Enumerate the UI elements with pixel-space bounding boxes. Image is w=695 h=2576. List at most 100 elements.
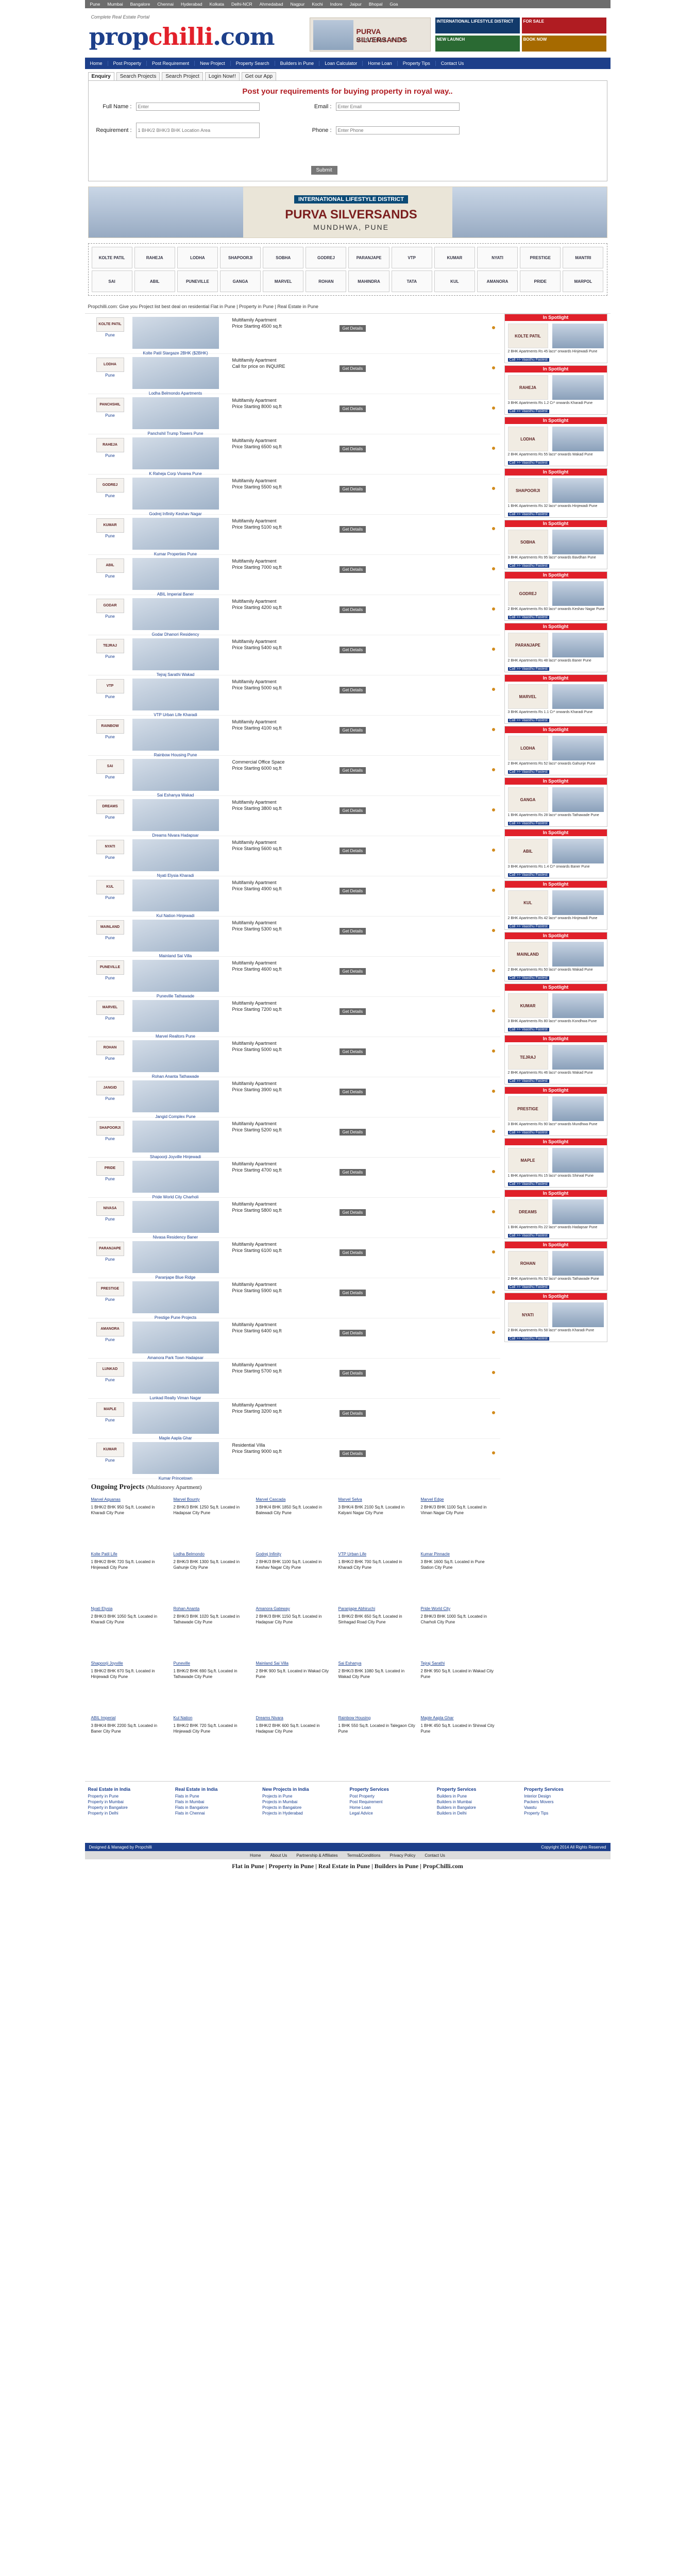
spotlight-card[interactable]: In Spotlight KUMAR 3 BHK Apartments Rs 80 … xyxy=(504,984,607,1033)
get-details-button[interactable]: Get Details xyxy=(339,1249,366,1256)
call-link[interactable]: Call >> Vaasthu Fastest xyxy=(507,822,549,825)
get-details-button[interactable]: Get Details xyxy=(339,1330,366,1336)
project-name-link[interactable]: Amanora Gateway xyxy=(256,1606,333,1612)
footer-link[interactable]: Home Loan xyxy=(349,1805,432,1810)
listing-builder[interactable]: SAI Pune xyxy=(88,759,132,779)
project-photo[interactable]: Kul Nation Hinjewadi xyxy=(132,879,219,918)
project-photo[interactable]: K Raheja Corp Vivarea Pune xyxy=(132,437,219,476)
builder-logo[interactable]: TATA xyxy=(391,270,432,292)
project-photo[interactable]: Prestige Pune Projects xyxy=(132,1281,219,1320)
builder-logo[interactable]: MAHINDRA xyxy=(348,270,389,292)
spotlight-card[interactable]: In Spotlight MAINLAND 2 BHK Apartments Rs … xyxy=(504,932,607,981)
footer-link[interactable]: Property in Mumbai xyxy=(88,1799,171,1805)
city-link[interactable]: Pune xyxy=(105,614,115,619)
builder-logo[interactable]: SOBHA xyxy=(263,247,304,268)
builder-logo[interactable]: KUMAR xyxy=(434,247,475,268)
footer-link[interactable]: Builders in Bangalore xyxy=(437,1805,520,1810)
get-details-button[interactable]: Get Details xyxy=(339,687,366,693)
get-details-button[interactable]: Get Details xyxy=(339,325,366,332)
listing-builder[interactable]: MARVEL Pune xyxy=(88,1000,132,1021)
call-link[interactable]: Call >> Vaasthu Fastest xyxy=(507,770,549,774)
get-details-button[interactable]: Get Details xyxy=(339,486,366,493)
city-link[interactable]: Pune xyxy=(105,936,115,940)
get-details-button[interactable]: Get Details xyxy=(339,1410,366,1417)
listing-builder[interactable]: PRIDE Pune xyxy=(88,1161,132,1181)
city-link[interactable]: Pune xyxy=(105,373,115,378)
city-link[interactable]: Pune xyxy=(105,654,115,659)
project-name-link[interactable]: Paranjape Abhiruchi xyxy=(338,1606,416,1612)
submit-button[interactable]: Submit xyxy=(311,166,337,175)
builder-logo[interactable]: PRIDE xyxy=(520,270,561,292)
get-details-button[interactable]: Get Details xyxy=(339,727,366,734)
builder-logo[interactable]: ROHAN xyxy=(96,1040,124,1055)
spotlight-card[interactable]: In Spotlight PARANJAPE 2 BHK Apartments Rs… xyxy=(504,623,607,672)
footer-link[interactable]: Property in Bangalore xyxy=(88,1805,171,1810)
footer-nav-link[interactable]: About Us xyxy=(270,1853,287,1858)
builder-logo[interactable]: PUNEVILLE xyxy=(177,270,218,292)
listing-builder[interactable]: PUNEVILLE Pune xyxy=(88,960,132,980)
listing-builder[interactable]: PANCHSHIL Pune xyxy=(88,397,132,418)
city-link[interactable]: Pune xyxy=(105,1056,115,1061)
city-link[interactable]: Hyderabad xyxy=(178,2,206,7)
get-details-button[interactable]: Get Details xyxy=(339,1450,366,1457)
call-link[interactable]: Call >> Vaasthu Fastest xyxy=(507,976,549,980)
project-name-link[interactable]: Pride World City xyxy=(421,1606,498,1612)
project-photo[interactable]: Nyati Elysia Kharadi xyxy=(132,839,219,878)
listing-builder[interactable]: NIVASA Pune xyxy=(88,1201,132,1222)
project-name-link[interactable]: Kumar Pinnacle xyxy=(421,1551,498,1557)
city-link[interactable]: Kochi xyxy=(309,2,326,7)
project-name-link[interactable]: Kul Nation xyxy=(174,1715,251,1721)
nav-item[interactable]: New Project xyxy=(195,61,231,66)
builder-logo[interactable]: NYATI xyxy=(96,839,124,854)
project-name-link[interactable]: Shapoorji Joyville xyxy=(91,1660,168,1666)
city-link[interactable]: Pune xyxy=(105,1418,115,1422)
builder-logo[interactable]: MAPLE xyxy=(96,1402,124,1417)
header-ad-1[interactable]: INTERNATIONAL LIFESTYLE DISTRICT xyxy=(435,18,520,33)
builder-logo[interactable]: KUMAR xyxy=(96,1442,124,1457)
project-photo[interactable]: Mainland Sai Villa xyxy=(132,920,219,958)
project-caption[interactable]: Kumar Princetown xyxy=(132,1476,219,1481)
get-details-button[interactable]: Get Details xyxy=(339,405,366,412)
get-details-button[interactable]: Get Details xyxy=(339,446,366,452)
builder-logo[interactable]: KUL xyxy=(96,879,124,894)
footer-link[interactable]: Packers Movers xyxy=(524,1799,607,1805)
listing-builder[interactable]: KUL Pune xyxy=(88,879,132,900)
listing-builder[interactable]: LODHA Pune xyxy=(88,357,132,378)
nav-item[interactable]: Property Tips xyxy=(398,61,436,66)
spotlight-card[interactable]: In Spotlight TEJRAJ 2 BHK Apartments Rs 46… xyxy=(504,1035,607,1084)
project-name-link[interactable]: ABIL Imperial xyxy=(91,1715,168,1721)
mid-ad-banner[interactable]: INTERNATIONAL LIFESTYLE DISTRICT PURVA S… xyxy=(88,187,607,238)
project-name-link[interactable]: Marvel Edge xyxy=(421,1497,498,1502)
listing-builder[interactable]: GODAR Pune xyxy=(88,598,132,619)
nav-item[interactable]: Property Search xyxy=(231,61,275,66)
footer-link[interactable]: Projects in Pune xyxy=(262,1793,345,1799)
call-link[interactable]: Call >> Vaasthu Fastest xyxy=(507,1182,549,1186)
project-name-link[interactable]: Marvel Bounty xyxy=(174,1497,251,1502)
builder-logo[interactable]: PRIDE xyxy=(96,1161,124,1176)
footer-link[interactable]: Flats in Mumbai xyxy=(175,1799,258,1805)
listing-builder[interactable]: ROHAN Pune xyxy=(88,1040,132,1061)
get-details-button[interactable]: Get Details xyxy=(339,1089,366,1095)
get-details-button[interactable]: Get Details xyxy=(339,1290,366,1296)
project-photo[interactable]: Jangid Complex Pune xyxy=(132,1080,219,1119)
builder-logo[interactable]: ABIL xyxy=(96,558,124,573)
listing-builder[interactable]: KUMAR Pune xyxy=(88,518,132,538)
builder-logo[interactable]: LODHA xyxy=(96,357,124,372)
builder-logo[interactable]: LODHA xyxy=(177,247,218,268)
city-link[interactable]: Bangalore xyxy=(127,2,154,7)
call-link[interactable]: Call >> Vaasthu Fastest xyxy=(507,1285,549,1289)
builder-logo[interactable]: RAINBOW xyxy=(96,719,124,734)
get-details-button[interactable]: Get Details xyxy=(339,928,366,935)
call-link[interactable]: Call >> Vaasthu Fastest xyxy=(507,1234,549,1238)
listing-builder[interactable]: KOLTE PATIL Pune xyxy=(88,317,132,337)
listing-builder[interactable]: ABIL Pune xyxy=(88,558,132,579)
get-details-button[interactable]: Get Details xyxy=(339,807,366,814)
project-name-link[interactable]: Tejraj Sarathi xyxy=(421,1660,498,1666)
footer-link[interactable]: Flats in Bangalore xyxy=(175,1805,258,1810)
city-link[interactable]: Pune xyxy=(105,534,115,538)
city-link[interactable]: Pune xyxy=(105,735,115,739)
listing-builder[interactable]: DREAMS Pune xyxy=(88,799,132,820)
call-link[interactable]: Call >> Vaasthu Fastest xyxy=(507,667,549,671)
phone-field[interactable] xyxy=(335,126,460,134)
footer-link[interactable]: Post Property xyxy=(349,1793,432,1799)
